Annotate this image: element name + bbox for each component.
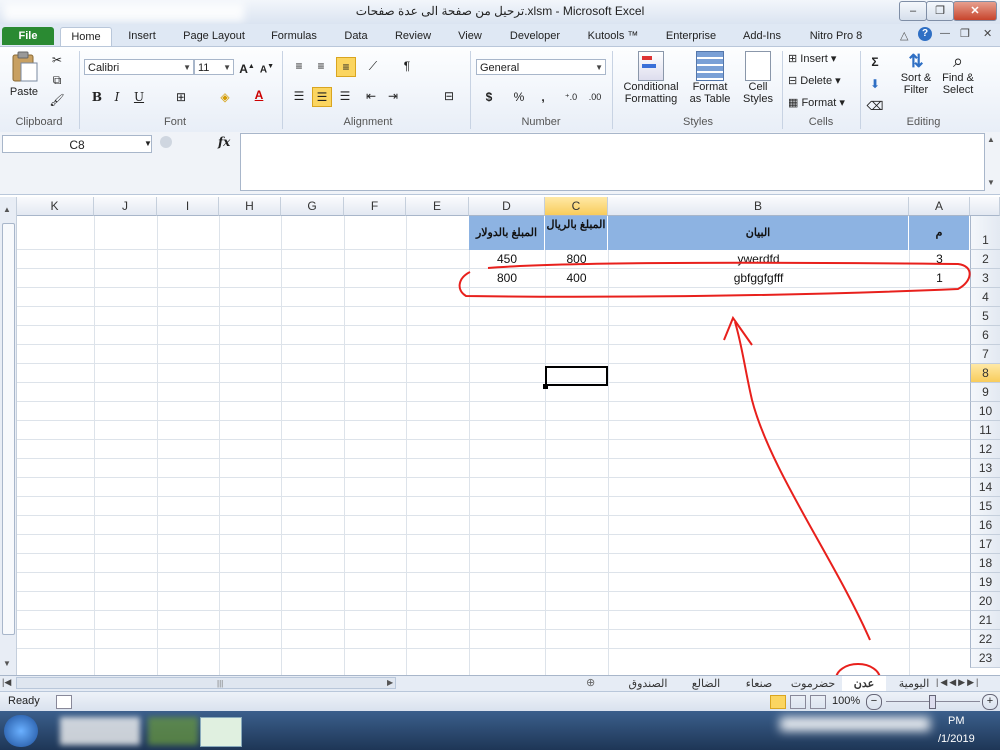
windows-taskbar: PM /1/2019 [0, 711, 1000, 750]
clock-date: /1/2019 [938, 733, 975, 745]
taskbar-tray-area [780, 717, 930, 731]
taskbar-excel-icon[interactable] [200, 717, 242, 747]
annotation-loop [458, 261, 971, 298]
zoom-in-icon[interactable]: + [982, 694, 998, 710]
red-annotation [458, 261, 971, 695]
sheet-tab-dhale[interactable]: الضالع [680, 676, 732, 692]
sheet-tab-daily[interactable]: اليومية [892, 676, 936, 692]
tab-scroll-first-icon[interactable]: |◀ [2, 677, 11, 688]
scroll-right-icon[interactable]: ▶ [387, 678, 393, 687]
insert-sheet-icon[interactable]: ⊕ [586, 676, 595, 689]
scrollbar-grip-icon: ||| [217, 679, 224, 688]
status-bar: Ready 100% − + [0, 691, 1000, 712]
sheet-tab-sanaa[interactable]: صنعاء [734, 676, 784, 692]
taskbar-app-icon[interactable] [60, 717, 140, 745]
sheet-tab-cashbox[interactable]: الصندوق [618, 676, 678, 692]
start-button[interactable] [4, 715, 38, 747]
status-ready: Ready [8, 695, 40, 707]
horizontal-scrollbar[interactable]: ||| ▶ [16, 677, 396, 689]
annotation-arrow-shaft [734, 321, 871, 641]
zoom-level[interactable]: 100% [832, 695, 860, 707]
tab-scroll-nav-icon[interactable]: |◀◀▶▶| [936, 677, 980, 688]
sheet-tab-hadramout[interactable]: حضرموت [786, 676, 840, 692]
page-layout-view-icon[interactable] [790, 695, 806, 709]
normal-view-icon[interactable] [770, 695, 786, 709]
sheet-tab-aden[interactable]: عدن [842, 676, 886, 692]
page-break-view-icon[interactable] [810, 695, 826, 709]
clock-time: PM [948, 715, 965, 727]
zoom-slider-thumb[interactable] [929, 695, 936, 709]
zoom-out-icon[interactable]: − [866, 694, 882, 710]
macro-record-icon[interactable] [56, 695, 72, 709]
taskbar-app-icon[interactable] [148, 717, 198, 745]
